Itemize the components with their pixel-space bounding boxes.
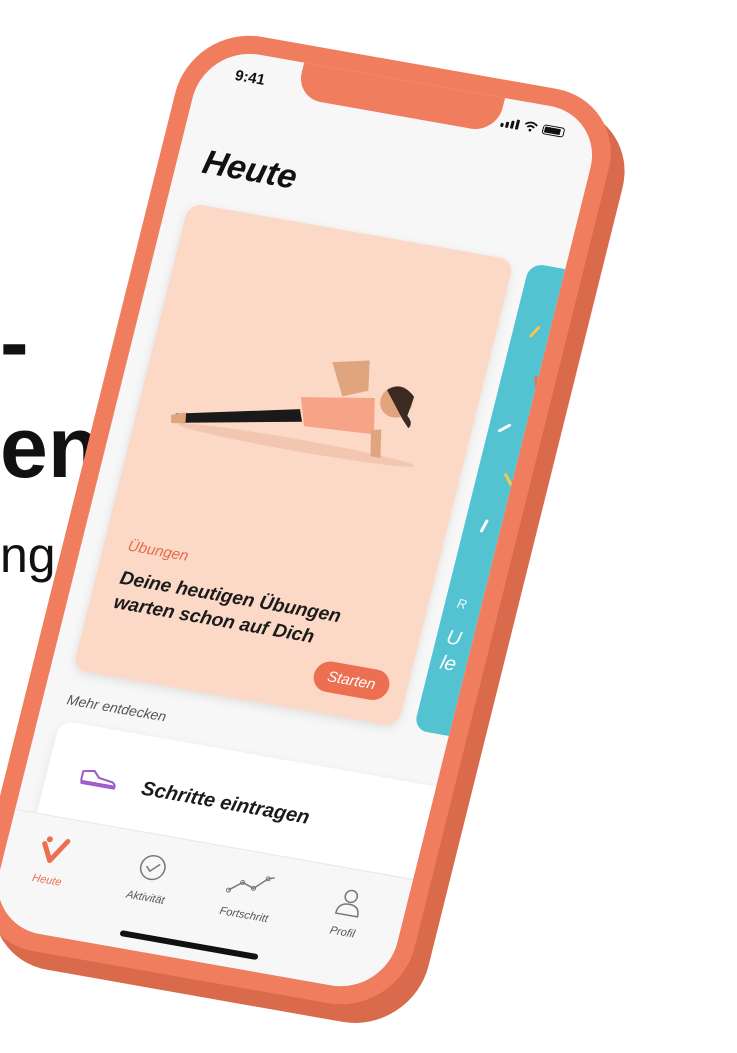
tab-aktivitaet[interactable]: Aktivität [104,846,196,912]
v-logo-icon [42,836,71,864]
tab-profil[interactable]: Profil [301,881,393,947]
secondary-card-label: R [455,595,469,612]
status-icons [500,116,566,138]
start-button[interactable]: Starten [310,659,393,703]
confetti-decoration [479,519,489,533]
check-circle-icon [139,854,166,881]
battery-icon [541,124,566,138]
log-steps-label: Schritte eintragen [139,777,312,829]
wifi-icon [524,121,538,132]
status-time: 9:41 [233,67,267,89]
side-plank-figure-image [171,360,415,467]
tab-label: Heute [30,871,63,889]
page-title: Heute [198,143,302,197]
tab-label: Aktivität [124,888,166,907]
tab-label: Fortschritt [218,905,270,926]
progress-chart-icon [225,876,275,893]
confetti-decoration [503,472,513,487]
tab-fortschritt[interactable]: Fortschritt [202,863,294,929]
tab-heute[interactable]: Heute [5,829,97,895]
profile-icon [334,889,359,918]
tab-label: Profil [328,924,357,941]
card-title: Deine heutigen Übungen warten schon auf … [111,567,344,648]
card-category-label: Übungen [126,537,191,565]
confetti-decoration [497,423,512,433]
confetti-decoration [528,325,541,339]
background-subline: ng [0,527,56,583]
cellular-signal-icon [500,117,521,130]
shoe-icon [80,770,116,790]
phone-mockup: 9:41 Heute Übungen Deine heutigen Übunge… [0,24,640,1035]
background-headline-line-1: - [0,295,29,391]
more-section-label: Mehr entdecken [65,691,169,725]
